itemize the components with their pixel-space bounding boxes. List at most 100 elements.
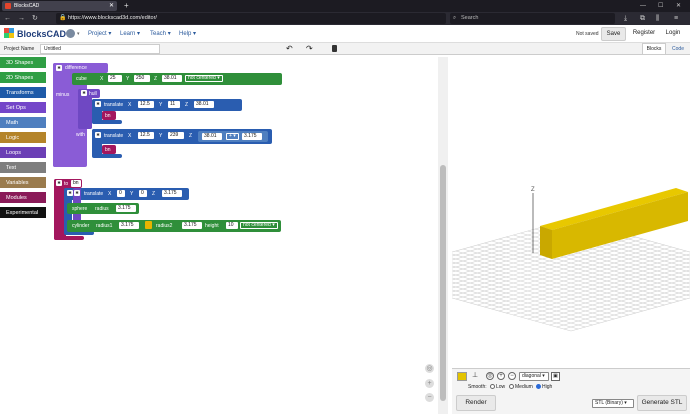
close-window-icon[interactable]: ✕: [676, 0, 681, 12]
export-format-select[interactable]: STL (Binary) ▾: [592, 399, 634, 408]
translate3-y-field[interactable]: 0: [139, 190, 147, 197]
toolbox-math[interactable]: Math: [0, 117, 46, 130]
smooth-low-radio[interactable]: [490, 384, 495, 390]
workspace-scroll-thumb[interactable]: [440, 165, 446, 401]
translate2-gear-icon[interactable]: ✱: [95, 132, 101, 138]
hull-gear-icon[interactable]: ✱: [81, 90, 87, 96]
register-button[interactable]: Register: [630, 27, 658, 41]
cylinder-radius2-field[interactable]: 3.175: [182, 222, 202, 229]
undo-icon[interactable]: ↶: [286, 44, 293, 54]
toolbox-logic[interactable]: Logic: [0, 132, 46, 145]
toolbox-loops[interactable]: Loops: [0, 147, 46, 160]
math-op-dropdown[interactable]: + ▾: [226, 133, 239, 140]
cube-center-dropdown[interactable]: not centered ▾: [185, 75, 223, 82]
menu-icon[interactable]: ≡: [674, 13, 678, 24]
redo-icon[interactable]: ↷: [306, 44, 313, 54]
view-mode-select[interactable]: diagonal ▾: [519, 372, 549, 381]
toolbox-experimental[interactable]: Experimental: [0, 207, 46, 220]
sphere-radius-field[interactable]: 3.175: [116, 205, 136, 212]
menu-help[interactable]: Help ▾: [179, 29, 196, 39]
close-tab-icon[interactable]: ✕: [109, 1, 114, 11]
bn-call-label-1: bn: [105, 113, 111, 119]
function-name-field[interactable]: bn: [71, 180, 81, 187]
back-arrow-icon[interactable]: ←: [4, 13, 11, 24]
render-button[interactable]: Render: [456, 395, 496, 411]
smooth-medium[interactable]: Medium: [509, 384, 533, 391]
lock-radius-icon[interactable]: [145, 221, 152, 229]
cylinder-center-dropdown[interactable]: not centered ▾: [240, 222, 278, 229]
axes-toggle-icon[interactable]: ⊥: [472, 371, 478, 379]
blocks-workspace[interactable]: ✱ difference minus with cube X 25 Y 250 …: [46, 57, 438, 414]
zoom-reset-icon[interactable]: ◎: [425, 364, 434, 373]
zoom-fit-icon[interactable]: ◎: [486, 372, 494, 380]
smooth-medium-radio[interactable]: [509, 384, 514, 390]
cube-y-field[interactable]: 250: [134, 75, 150, 82]
browser-tab[interactable]: BlocksCAD ✕: [2, 1, 117, 11]
translate2-x-label: X: [128, 133, 132, 139]
forward-arrow-icon[interactable]: →: [18, 13, 25, 24]
zoom-in-icon[interactable]: +: [425, 379, 434, 388]
generate-stl-button[interactable]: Generate STL: [637, 395, 687, 411]
maximize-window-icon[interactable]: ☐: [658, 0, 663, 12]
menu-learn[interactable]: Learn ▾: [120, 29, 140, 39]
translate2-y-field[interactable]: 239: [168, 132, 184, 139]
viewer-zoom-in-icon[interactable]: +: [497, 372, 505, 380]
function-gear-icon[interactable]: ✱: [56, 180, 62, 186]
cube-x-field[interactable]: 25: [108, 75, 122, 82]
cylinder-radius1-field[interactable]: 3.175: [119, 222, 139, 229]
translate2-z-b-field[interactable]: 3.175: [242, 133, 262, 140]
project-name-input[interactable]: Untitled: [40, 44, 160, 54]
translate1-z-label: Z: [185, 102, 189, 108]
save-button[interactable]: Save: [601, 27, 626, 41]
toolbox-modules[interactable]: Modules: [0, 192, 46, 205]
translate1-y-field[interactable]: 11: [168, 101, 180, 108]
viewer-canvas[interactable]: Z: [369, 57, 690, 368]
translate2-x-field[interactable]: 12.5: [138, 132, 154, 139]
workspace-scrollbar[interactable]: [438, 57, 448, 414]
search-box[interactable]: ⌕ Search: [450, 13, 615, 24]
camera-icon[interactable]: ▣: [551, 372, 560, 381]
menu-teach[interactable]: Teach ▾: [150, 29, 171, 39]
minimize-window-icon[interactable]: —: [640, 0, 646, 12]
translate3-x-field[interactable]: 0: [117, 190, 125, 197]
toolbox-set-ops[interactable]: Set Ops: [0, 102, 46, 115]
address-bar[interactable]: 🔒 https://www.blockscad3d.com/editor/: [56, 13, 446, 24]
translate2-z-a-field[interactable]: 38.01: [202, 133, 222, 140]
new-tab-button[interactable]: +: [124, 0, 129, 11]
smooth-low[interactable]: Low: [490, 384, 505, 391]
toolbox-text[interactable]: Text: [0, 162, 46, 175]
tab-blocks[interactable]: Blocks: [642, 43, 666, 55]
toolbox-2d-shapes[interactable]: 2D Shapes: [0, 72, 46, 85]
reload-icon[interactable]: ↻: [32, 13, 38, 24]
translate1-z-field[interactable]: 38.01: [194, 101, 214, 108]
smooth-high-radio[interactable]: [536, 384, 541, 390]
difference-gear-icon[interactable]: ✱: [56, 65, 62, 71]
logo-icon: [4, 28, 15, 39]
translate1-x-field[interactable]: 12.5: [138, 101, 154, 108]
trash-icon[interactable]: [332, 45, 337, 52]
color-swatch[interactable]: [457, 372, 467, 381]
smooth-high[interactable]: High: [536, 384, 552, 391]
toolbox-3d-shapes[interactable]: 3D Shapes: [0, 57, 46, 70]
toolbox-transforms[interactable]: Transforms: [0, 87, 46, 100]
tab-code[interactable]: Code: [668, 43, 688, 55]
blockscad-logo[interactable]: BlocksCAD: [4, 28, 66, 40]
translate3-z-field[interactable]: 3.175: [162, 190, 182, 197]
toolbox-variables[interactable]: Variables: [0, 177, 46, 190]
toolbox: 3D Shapes 2D Shapes Transforms Set Ops M…: [0, 57, 46, 227]
cylinder-height-field[interactable]: 10: [226, 222, 238, 229]
menu-project[interactable]: Project ▾: [88, 29, 111, 39]
viewer-zoom-out-icon[interactable]: −: [508, 372, 516, 380]
downloads-icon[interactable]: ⤓: [624, 13, 627, 24]
translate1-gear-icon[interactable]: ✱: [95, 101, 101, 107]
language-globe-icon[interactable]: [66, 29, 75, 38]
hull2-gear-icon[interactable]: ✱: [74, 190, 80, 196]
3d-viewer[interactable]: Z: [369, 57, 690, 368]
save-status: Not saved: [576, 31, 599, 37]
zoom-out-icon[interactable]: −: [425, 393, 434, 402]
extensions-icon[interactable]: ⧉: [640, 13, 645, 24]
login-button[interactable]: Login: [661, 27, 685, 41]
cube-z-field[interactable]: 38.01: [162, 75, 182, 82]
library-icon[interactable]: ⫼: [656, 13, 659, 24]
language-dropdown-icon[interactable]: ▾: [77, 29, 80, 39]
